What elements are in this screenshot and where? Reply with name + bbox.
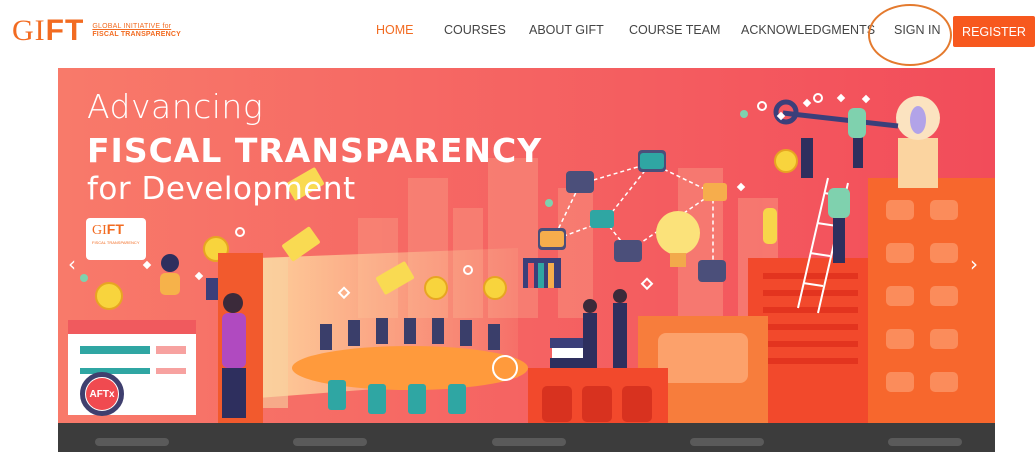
hero-title-line2: FISCAL TRANSPARENCY [87, 131, 543, 170]
nav-sign-in[interactable]: SIGN IN [894, 23, 941, 37]
gift-logo[interactable]: GIFT GLOBAL INITIATIVE for FISCAL TRANSP… [12, 14, 192, 48]
hero-gift-badge: GIFT FISCAL TRANSPARENCY [86, 218, 146, 260]
slide-indicator[interactable] [888, 438, 962, 446]
slide-indicator[interactable] [293, 438, 367, 446]
nav-home[interactable]: HOME [376, 23, 414, 37]
nav-acknowledgments[interactable]: ACKNOWLEDGMENTS [741, 23, 875, 37]
nav-courses[interactable]: COURSES [444, 23, 506, 37]
chevron-right-icon[interactable]: › [970, 252, 978, 276]
hero-banner: Advancing FISCAL TRANSPARENCY for Develo… [58, 68, 995, 452]
nav-course-team[interactable]: COURSE TEAM [629, 23, 720, 37]
hero-title-line1: Advancing [87, 87, 264, 126]
chevron-left-icon[interactable]: ‹ [68, 252, 76, 276]
aftx-label: AFTx [86, 378, 118, 410]
slide-indicator[interactable] [95, 438, 169, 446]
logo-wordmark: GIFT [12, 14, 85, 47]
aftx-magnifier-icon: AFTx [80, 372, 124, 416]
hero-title-line3: for Development [87, 171, 356, 207]
slide-indicator[interactable] [492, 438, 566, 446]
register-button[interactable]: REGISTER [953, 16, 1035, 47]
nav-about-gift[interactable]: ABOUT GIFT [529, 23, 604, 37]
site-header: GIFT GLOBAL INITIATIVE for FISCAL TRANSP… [0, 0, 1035, 66]
slide-indicator[interactable] [690, 438, 764, 446]
logo-tagline: GLOBAL INITIATIVE for FISCAL TRANSPARENC… [92, 23, 182, 38]
